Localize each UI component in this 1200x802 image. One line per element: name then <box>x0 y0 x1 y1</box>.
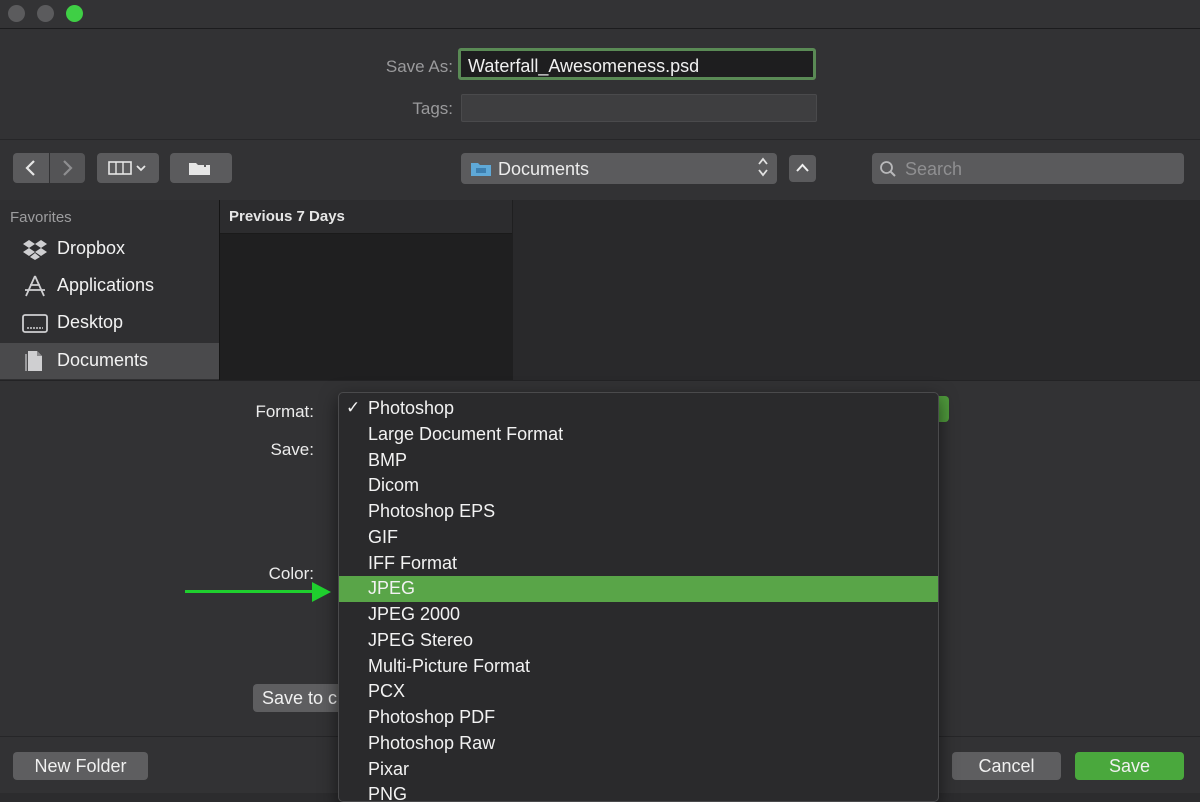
menu-item[interactable]: PNG <box>339 782 938 801</box>
save-as-label: Save As: <box>385 57 453 76</box>
save-button[interactable]: Save <box>1075 752 1184 780</box>
checkmark-icon: ✓ <box>346 398 361 417</box>
format-dropdown-menu[interactable]: ✓ Photoshop Large Document Format BMP Dic… <box>338 392 939 802</box>
menu-item[interactable]: JPEG Stereo <box>339 628 938 654</box>
tags-input[interactable] <box>461 94 817 122</box>
menu-item[interactable]: BMP <box>339 448 938 474</box>
folder-plus-icon <box>189 161 210 175</box>
menu-item[interactable]: Photoshop Raw <box>339 731 938 757</box>
save-header <box>0 29 1200 139</box>
documents-icon <box>25 351 42 371</box>
chevron-right-icon <box>63 160 73 176</box>
annotation-arrow-icon <box>312 582 331 602</box>
menu-item[interactable]: Multi-Picture Format <box>339 654 938 680</box>
chevron-left-icon <box>25 160 35 176</box>
favorites-section-label: Favorites <box>10 209 72 226</box>
save-options-label: Save: <box>270 440 314 459</box>
save-as-input[interactable]: Waterfall_Awesomeness.psd <box>458 48 816 80</box>
maximize-window-button[interactable] <box>66 5 83 22</box>
new-folder-button[interactable]: New Folder <box>13 752 148 780</box>
location-label: Documents <box>498 159 590 179</box>
format-label: Format: <box>255 402 314 421</box>
save-to-cloud-button[interactable]: Save to c <box>253 684 345 712</box>
sidebar-item-dropbox[interactable]: Dropbox <box>0 231 219 267</box>
minimize-window-button[interactable] <box>37 5 54 22</box>
menu-item[interactable]: Photoshop PDF <box>339 705 938 731</box>
menu-item-highlighted[interactable]: JPEG <box>339 576 938 602</box>
sidebar-item-documents[interactable]: Documents <box>0 343 219 379</box>
save-to-label: Save to c <box>262 688 338 708</box>
menu-item[interactable]: Photoshop EPS <box>339 499 938 525</box>
color-label: Color: <box>268 564 314 583</box>
column-view-icon <box>108 161 146 175</box>
sidebar-item-applications[interactable]: Applications <box>0 268 219 304</box>
sidebar-item-desktop[interactable]: Desktop <box>0 305 219 341</box>
collapse-dialog-button[interactable] <box>789 155 816 182</box>
menu-item[interactable]: Pixar <box>339 757 938 783</box>
column-group-label: Previous 7 Days <box>229 208 345 225</box>
menu-item[interactable]: ✓ Photoshop <box>339 396 938 422</box>
save-as-value: Waterfall_Awesomeness.psd <box>468 56 700 76</box>
search-placeholder: Search <box>905 159 963 179</box>
forward-button[interactable] <box>50 153 85 183</box>
close-window-button[interactable] <box>8 5 25 22</box>
tags-label: Tags: <box>412 99 453 118</box>
back-button[interactable] <box>13 153 49 183</box>
menu-item[interactable]: Dicom <box>339 473 938 499</box>
view-mode-button[interactable] <box>97 153 159 183</box>
title-bar <box>0 0 1200 29</box>
desktop-icon <box>22 314 48 333</box>
folder-icon <box>471 163 491 176</box>
menu-item[interactable]: IFF Format <box>339 551 938 577</box>
chevron-up-icon <box>796 163 809 172</box>
browser-preview-column[interactable] <box>513 200 1200 380</box>
annotation-arrow-line <box>185 590 313 593</box>
applications-icon <box>25 275 45 297</box>
dropbox-icon <box>23 240 47 260</box>
search-icon <box>880 161 896 177</box>
cancel-button[interactable]: Cancel <box>952 752 1061 780</box>
sidebar-item-label: Documents <box>57 350 149 370</box>
updown-arrows-icon <box>756 154 770 182</box>
sidebar-item-label: Desktop <box>57 312 124 332</box>
menu-item[interactable]: PCX <box>339 679 938 705</box>
menu-item[interactable]: JPEG 2000 <box>339 602 938 628</box>
sidebar-item-label: Dropbox <box>57 238 126 258</box>
menu-item[interactable]: GIF <box>339 525 938 551</box>
new-folder-toolbar-button[interactable] <box>170 153 232 183</box>
sidebar-item-label: Applications <box>57 275 155 295</box>
menu-item[interactable]: Large Document Format <box>339 422 938 448</box>
